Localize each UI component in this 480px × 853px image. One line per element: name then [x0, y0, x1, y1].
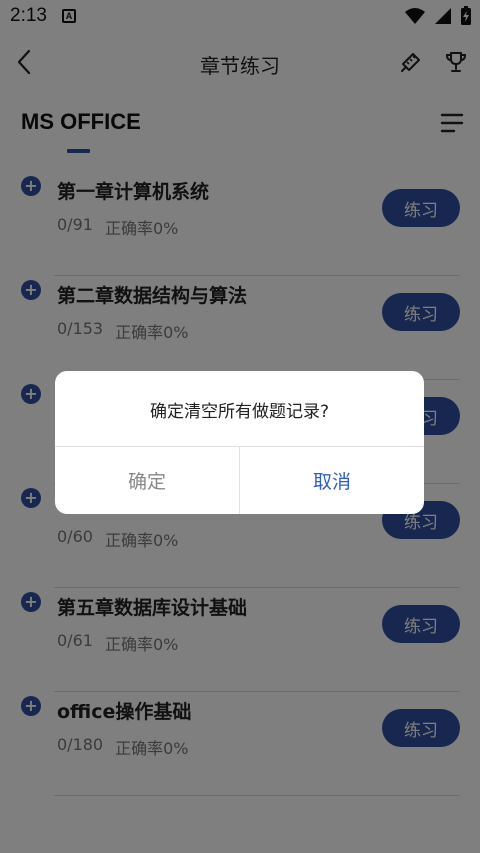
confirm-button[interactable]: 确定 [55, 447, 239, 514]
confirm-dialog: 确定清空所有做题记录? 确定 取消 [55, 371, 424, 514]
dialog-message: 确定清空所有做题记录? [149, 402, 330, 422]
cancel-button[interactable]: 取消 [240, 447, 424, 514]
